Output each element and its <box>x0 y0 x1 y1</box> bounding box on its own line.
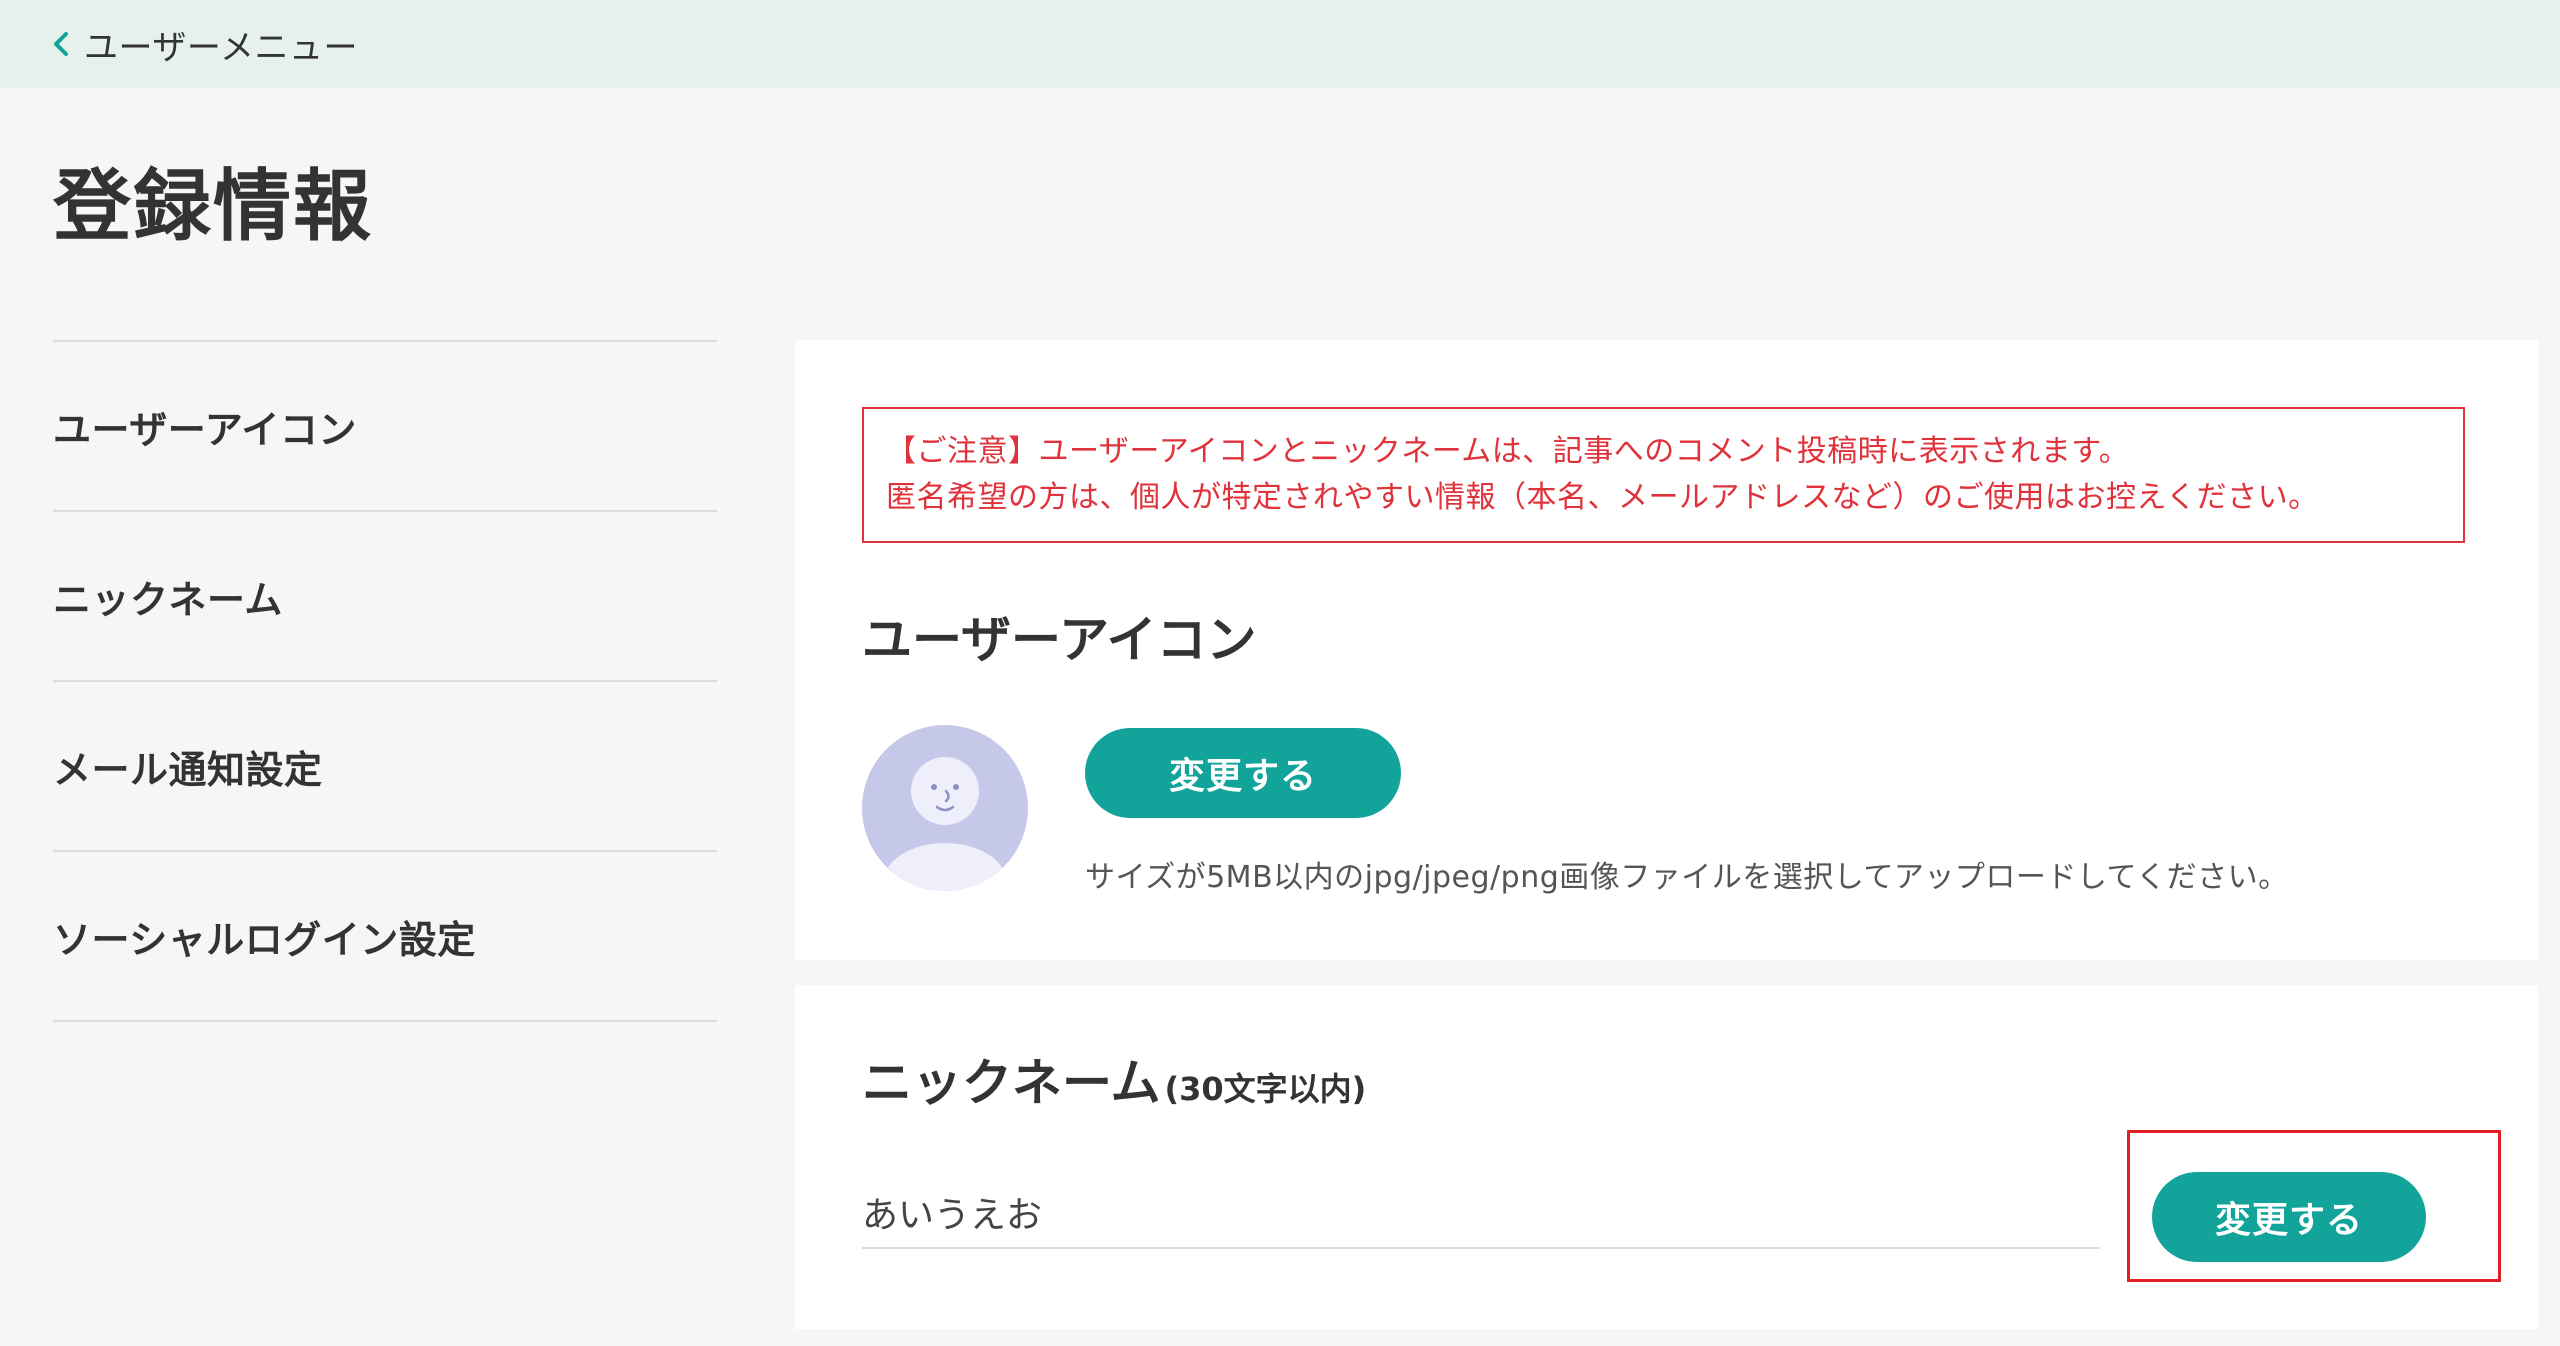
page-title: 登録情報 <box>53 162 374 252</box>
sidebar-item-social-login[interactable]: ソーシャルログイン設定 <box>53 852 717 1022</box>
notice-line-1: 【ご注意】ユーザーアイコンとニックネームは、記事へのコメント投稿時に表示されます… <box>886 434 2130 469</box>
chevron-left-icon <box>52 29 74 59</box>
back-to-user-menu-link[interactable]: ユーザーメニュー <box>52 22 358 68</box>
nickname-section-title: ニックネーム (30文字以内) <box>862 1058 1366 1108</box>
notice-box: 【ご注意】ユーザーアイコンとニックネームは、記事へのコメント投稿時に表示されます… <box>862 407 2465 543</box>
sidebar-item-user-icon[interactable]: ユーザーアイコン <box>53 342 717 512</box>
sidebar-item-nickname[interactable]: ニックネーム <box>53 512 717 682</box>
user-icon-section-title: ユーザーアイコン <box>862 611 1257 669</box>
upload-help-text: サイズが5MB以内のjpg/jpeg/png画像ファイルを選択してアップロードし… <box>1085 860 2289 895</box>
top-bar: ユーザーメニュー <box>0 0 2560 88</box>
default-avatar-icon <box>862 725 1028 891</box>
back-link-label: ユーザーメニュー <box>84 27 358 68</box>
change-icon-button[interactable]: 変更する <box>1085 728 1401 818</box>
nickname-card: ニックネーム(30文字以内) 変更する <box>795 985 2538 1329</box>
user-icon-card: 【ご注意】ユーザーアイコンとニックネームは、記事へのコメント投稿時に表示されます… <box>795 340 2538 960</box>
sidebar-item-email-notification[interactable]: メール通知設定 <box>53 682 717 852</box>
change-nickname-button[interactable]: 変更する <box>2152 1172 2426 1262</box>
sidebar-nav: ユーザーアイコン ニックネーム メール通知設定 ソーシャルログイン設定 <box>53 340 717 1022</box>
nickname-input[interactable] <box>862 1185 2100 1249</box>
notice-line-2: 匿名希望の方は、個人が特定されやすい情報（本名、メールアドレスなど）のご使用はお… <box>886 480 2319 515</box>
nickname-title-text: ニックネーム <box>862 1054 1161 1112</box>
nickname-length-note: (30文字以内) <box>1164 1070 1367 1108</box>
